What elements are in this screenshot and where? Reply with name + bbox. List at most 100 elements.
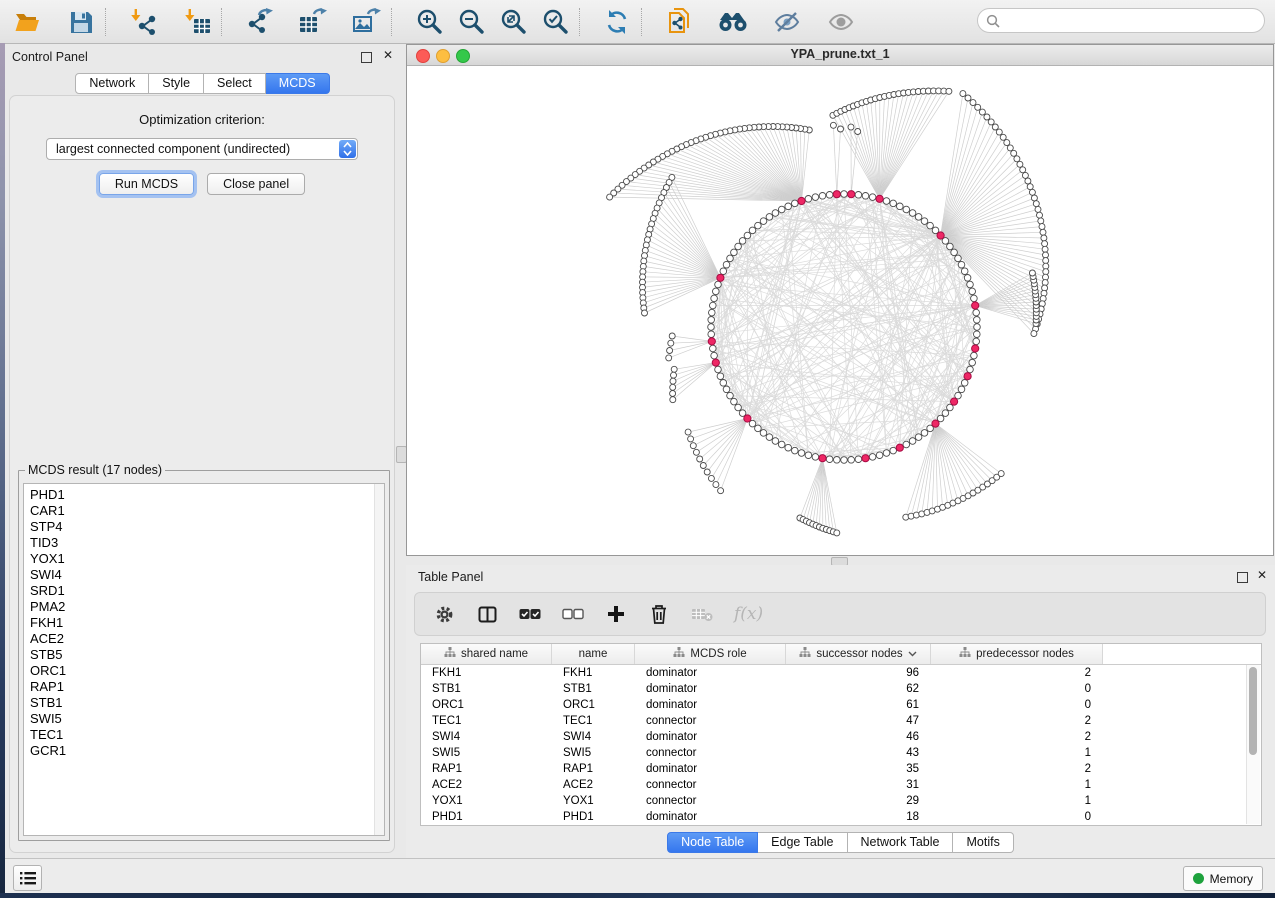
export-table-icon[interactable] <box>298 7 328 37</box>
memory-button[interactable]: Memory <box>1183 866 1263 891</box>
run-mcds-button[interactable]: Run MCDS <box>99 173 194 195</box>
zoom-fit-icon[interactable] <box>498 7 528 37</box>
network-search-box[interactable] <box>977 8 1265 33</box>
function-builder-icon-disabled: f(x) <box>734 604 763 624</box>
close-panel-button[interactable]: Close panel <box>207 173 305 195</box>
network-window: YPA_prune.txt_1 <box>406 44 1274 556</box>
export-network-icon[interactable] <box>244 7 274 37</box>
column-header-MCDS-role[interactable]: MCDS role <box>635 644 786 664</box>
delete-column-icon[interactable] <box>648 603 670 625</box>
zoom-in-icon[interactable] <box>414 7 444 37</box>
network-graph[interactable] <box>407 66 1273 556</box>
table-scrollbar-thumb[interactable] <box>1249 667 1257 755</box>
search-network-icon[interactable] <box>718 7 748 37</box>
save-session-icon[interactable] <box>66 7 96 37</box>
import-network-icon[interactable] <box>128 7 158 37</box>
network-window-titlebar[interactable]: YPA_prune.txt_1 <box>407 45 1273 66</box>
mcds-result-item[interactable]: PMA2 <box>30 599 384 615</box>
close-traffic-light[interactable] <box>416 49 430 63</box>
show-all-icon[interactable] <box>826 7 856 37</box>
tab-network[interactable]: Network <box>75 73 149 94</box>
table-tab-network-table[interactable]: Network Table <box>848 832 954 853</box>
table-settings-gear-icon[interactable] <box>433 603 455 625</box>
node-table: shared namenameMCDS rolesuccessor nodesp… <box>420 643 1262 826</box>
mcds-result-group: MCDS result (17 nodes) PHD1CAR1STP4TID3Y… <box>18 463 390 841</box>
select-all-icon[interactable] <box>519 603 541 625</box>
mcds-result-item[interactable]: TID3 <box>30 535 384 551</box>
table-row-STB1[interactable]: STB1STB1dominator620 <box>421 681 1261 697</box>
column-header-successor-nodes[interactable]: successor nodes <box>786 644 931 664</box>
table-row-ACE2[interactable]: ACE2ACE2connector311 <box>421 777 1261 793</box>
table-row-SWI5[interactable]: SWI5SWI5connector431 <box>421 745 1261 761</box>
cell: ORC1 <box>421 697 552 713</box>
mcds-result-item[interactable]: STB5 <box>30 647 384 663</box>
table-row-FKH1[interactable]: FKH1FKH1dominator962 <box>421 665 1261 681</box>
maximize-traffic-light[interactable] <box>456 49 470 63</box>
cell: 96 <box>786 665 931 681</box>
mcds-result-item[interactable]: SWI5 <box>30 711 384 727</box>
mcds-list-scrollbar[interactable] <box>374 484 384 835</box>
cell: connector <box>635 745 786 761</box>
cell: dominator <box>635 761 786 777</box>
mcds-result-item[interactable]: FKH1 <box>30 615 384 631</box>
table-tab-node-table[interactable]: Node Table <box>667 832 758 853</box>
mcds-result-item[interactable]: CAR1 <box>30 503 384 519</box>
show-columns-icon[interactable] <box>476 603 498 625</box>
table-row-ORC1[interactable]: ORC1ORC1dominator610 <box>421 697 1261 713</box>
mcds-result-title: MCDS result (17 nodes) <box>25 463 165 477</box>
clone-network-icon[interactable] <box>664 7 694 37</box>
mcds-result-item[interactable]: STB1 <box>30 695 384 711</box>
cell: RAP1 <box>421 761 552 777</box>
mcds-result-item[interactable]: YOX1 <box>30 551 384 567</box>
tab-mcds[interactable]: MCDS <box>266 73 330 94</box>
cell: SWI5 <box>552 745 635 761</box>
table-panel-float-icon[interactable] <box>1237 572 1248 583</box>
criterion-select[interactable]: largest connected component (undirected) <box>46 138 358 160</box>
control-panel-float-icon[interactable] <box>361 52 372 63</box>
optimization-criterion-label: Optimization criterion: <box>10 112 394 127</box>
mcds-result-list[interactable]: PHD1CAR1STP4TID3YOX1SWI4SRD1PMA2FKH1ACE2… <box>23 483 385 836</box>
open-file-icon[interactable] <box>12 7 42 37</box>
cell: TEC1 <box>421 713 552 729</box>
deselect-all-icon[interactable] <box>562 603 584 625</box>
search-input[interactable] <box>1005 13 1249 29</box>
column-header-name[interactable]: name <box>552 644 635 664</box>
export-image-icon[interactable] <box>352 7 382 37</box>
mcds-result-item[interactable]: GCR1 <box>30 743 384 759</box>
table-panel-tabs: Node TableEdge TableNetwork TableMotifs <box>406 832 1275 853</box>
column-header-predecessor-nodes[interactable]: predecessor nodes <box>931 644 1103 664</box>
minimize-traffic-light[interactable] <box>436 49 450 63</box>
table-scrollbar[interactable] <box>1246 665 1260 824</box>
table-panel-close-icon[interactable]: ✕ <box>1257 571 1267 580</box>
mcds-result-item[interactable]: RAP1 <box>30 679 384 695</box>
table-row-PHD1[interactable]: PHD1PHD1dominator180 <box>421 809 1261 825</box>
tab-select[interactable]: Select <box>204 73 266 94</box>
mcds-result-item[interactable]: PHD1 <box>30 487 384 503</box>
mcds-result-item[interactable]: ACE2 <box>30 631 384 647</box>
zoom-out-icon[interactable] <box>456 7 486 37</box>
mcds-result-item[interactable]: SRD1 <box>30 583 384 599</box>
cell: 31 <box>786 777 931 793</box>
mcds-result-item[interactable]: TEC1 <box>30 727 384 743</box>
zoom-selected-icon[interactable] <box>540 7 570 37</box>
refresh-icon[interactable] <box>602 7 632 37</box>
table-tab-edge-table[interactable]: Edge Table <box>758 832 847 853</box>
table-row-SWI4[interactable]: SWI4SWI4dominator462 <box>421 729 1261 745</box>
tab-style[interactable]: Style <box>149 73 204 94</box>
mcds-result-item[interactable]: ORC1 <box>30 663 384 679</box>
table-tab-motifs[interactable]: Motifs <box>953 832 1013 853</box>
hide-selected-icon[interactable] <box>772 7 802 37</box>
cell: 18 <box>786 809 931 825</box>
add-column-icon[interactable] <box>605 603 627 625</box>
column-header-shared-name[interactable]: shared name <box>421 644 552 664</box>
mcds-result-item[interactable]: SWI4 <box>30 567 384 583</box>
table-row-YOX1[interactable]: YOX1YOX1connector291 <box>421 793 1261 809</box>
table-row-RAP1[interactable]: RAP1RAP1dominator352 <box>421 761 1261 777</box>
import-table-icon[interactable] <box>182 7 212 37</box>
task-history-button[interactable] <box>13 865 42 891</box>
search-icon <box>986 14 1000 28</box>
cell: connector <box>635 713 786 729</box>
table-row-TEC1[interactable]: TEC1TEC1connector472 <box>421 713 1261 729</box>
control-panel-close-icon[interactable]: ✕ <box>383 51 393 60</box>
mcds-result-item[interactable]: STP4 <box>30 519 384 535</box>
